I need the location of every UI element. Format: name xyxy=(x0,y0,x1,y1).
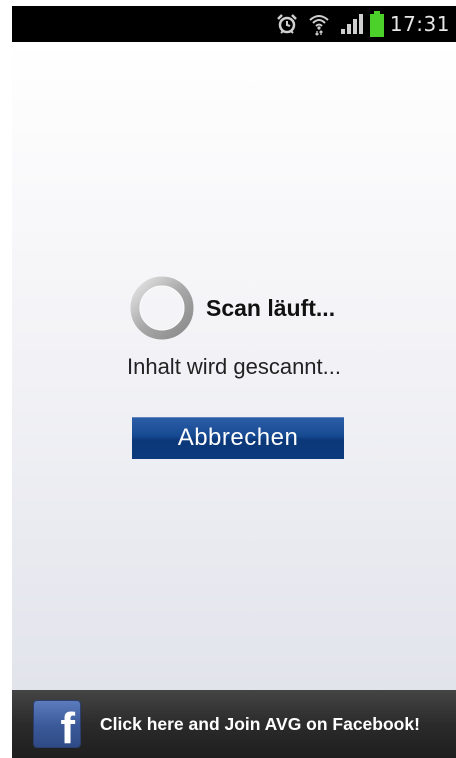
cancel-button[interactable]: Abbrechen xyxy=(132,417,344,459)
scan-status-row: Scan läuft... xyxy=(130,276,335,340)
facebook-logo-letter: f xyxy=(60,704,75,753)
facebook-banner-text: Click here and Join AVG on Facebook! xyxy=(100,713,420,734)
facebook-banner[interactable]: f Click here and Join AVG on Facebook! xyxy=(12,690,456,758)
phone-screen: 17:31 Scan läuft... Inhalt wird gescannt… xyxy=(12,0,456,758)
loading-spinner-icon xyxy=(130,276,194,340)
wifi-icon xyxy=(308,12,330,36)
alarm-icon xyxy=(276,13,298,35)
facebook-logo-icon: f xyxy=(34,701,80,751)
signal-icon xyxy=(340,13,364,35)
scan-subtitle: Inhalt wird gescannt... xyxy=(126,354,341,379)
status-bar: 17:31 xyxy=(12,6,456,42)
status-time: 17:31 xyxy=(389,12,450,36)
scan-title: Scan läuft... xyxy=(206,294,336,321)
scan-content: Scan läuft... Inhalt wird gescannt... Ab… xyxy=(12,42,456,690)
battery-icon xyxy=(369,11,384,37)
